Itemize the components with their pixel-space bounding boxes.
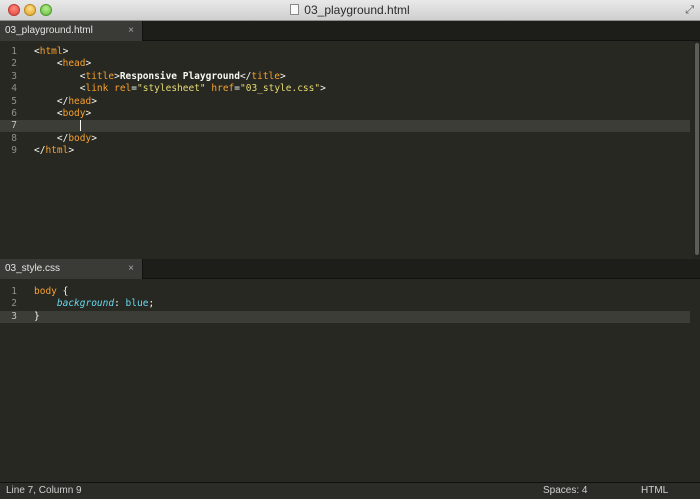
token-punct: > [91, 95, 97, 107]
line-number: 1 [11, 46, 17, 57]
syntax-mode[interactable]: HTML [641, 483, 668, 499]
token-punct: </ [34, 145, 46, 157]
window-title: 03_playground.html [304, 3, 410, 17]
line-number: 8 [11, 132, 17, 144]
token-punct: ; [148, 298, 155, 310]
window-title-container: 03_playground.html [0, 3, 700, 17]
code-line[interactable]: 1 body { [0, 286, 690, 298]
token-punct: < [34, 70, 86, 82]
editor-pane-css[interactable]: 1 body {2 background: blue; 3} [0, 280, 700, 482]
token-attr: rel [114, 83, 132, 95]
code-line[interactable]: 9 </html> [0, 145, 690, 157]
token-punct: </ [239, 70, 252, 82]
vertical-scrollbar[interactable] [694, 41, 700, 258]
title-bar: 03_playground.html ⤢ [0, 0, 700, 21]
line-number: 9 [11, 145, 17, 157]
close-icon[interactable]: × [128, 21, 134, 41]
status-bar: Line 7, Column 9 Spaces: 4 HTML [0, 482, 700, 499]
code-line[interactable]: 4 <link rel="stylesheet" href="03_style.… [0, 83, 690, 95]
code-line[interactable]: 3} [0, 310, 690, 323]
code-line[interactable]: 3 <title>Responsive Playground</title> [0, 71, 690, 83]
token-text: Responsive Playground [119, 70, 240, 82]
indentation-setting[interactable]: Spaces: 4 [543, 483, 587, 499]
token-punct: { [56, 286, 69, 297]
token-punct: > [85, 108, 92, 119]
code-text[interactable]: <body> [34, 108, 91, 120]
code-line[interactable]: 5 </head> [0, 96, 690, 108]
token-punct [34, 298, 57, 309]
close-icon[interactable]: × [128, 259, 134, 279]
token-punct: } [34, 310, 40, 322]
line-number: 5 [11, 95, 17, 107]
code-text[interactable]: <title>Responsive Playground</title> [34, 71, 286, 83]
token-tag: html [45, 145, 69, 157]
code-text[interactable]: </body> [34, 133, 97, 145]
code-line[interactable]: 6 <body> [0, 108, 690, 120]
token-str: "stylesheet" [137, 83, 206, 95]
token-punct [34, 122, 80, 133]
editor-pane-html[interactable]: 1 <html> 2 <head> 3 <title>Responsive Playg… [0, 41, 700, 258]
token-punct: > [85, 58, 92, 70]
token-punct: > [320, 83, 326, 95]
scrollbar-thumb[interactable] [695, 43, 699, 255]
line-number: 3 [11, 310, 17, 322]
token-punct: </ [34, 132, 69, 144]
cursor-position: Line 7, Column 9 [6, 485, 82, 496]
tab-bar-bottom: 03_style.css × [0, 259, 700, 279]
code-text[interactable]: body { [34, 286, 68, 298]
tab-bar-top: 03_playground.html × [0, 21, 700, 41]
code-text[interactable]: </head> [34, 96, 97, 108]
code-text[interactable]: <html> [34, 46, 68, 58]
token-tag: link [85, 83, 109, 95]
code-text[interactable]: </html> [34, 145, 74, 157]
token-tag: head [62, 58, 86, 70]
line-number: 6 [11, 108, 17, 119]
document-icon [290, 4, 300, 15]
token-attr: href [211, 83, 235, 95]
code-line[interactable]: 2 background: blue; [0, 298, 690, 310]
text-cursor [79, 120, 81, 132]
token-tag: body [68, 132, 92, 144]
fullscreen-icon[interactable]: ⤢ [685, 4, 694, 17]
token-punct: > [280, 70, 286, 82]
token-punct: < [34, 58, 63, 70]
token-val: blue [125, 298, 149, 310]
code-line[interactable]: 8 </body> [0, 133, 690, 145]
line-number: 7 [11, 120, 17, 132]
line-number: 2 [11, 298, 17, 310]
token-punct: > [91, 132, 97, 144]
line-number: 4 [11, 83, 17, 95]
token-tag: html [39, 46, 63, 57]
line-number: 2 [11, 58, 17, 70]
code-text[interactable]: } [34, 311, 40, 323]
token-punct: < [34, 108, 63, 119]
token-punct: : [114, 298, 126, 310]
token-tag: title [251, 70, 280, 82]
token-punct: > [62, 46, 69, 57]
tab-label: 03_playground.html [5, 25, 93, 36]
line-number: 1 [11, 286, 17, 297]
token-tag: head [68, 95, 92, 107]
line-number: 3 [11, 70, 17, 82]
token-prop: background [56, 298, 115, 310]
code-text[interactable]: background: blue; [34, 298, 154, 310]
code-line[interactable]: 2 <head> [0, 58, 690, 70]
token-str: "03_style.css" [240, 83, 321, 95]
tab-label: 03_style.css [5, 263, 61, 274]
token-punct: </ [34, 95, 69, 107]
tab-style-css[interactable]: 03_style.css × [0, 259, 143, 279]
code-line[interactable]: 7 [0, 120, 690, 133]
token-punct: > [68, 145, 75, 157]
code-line[interactable]: 1 <html> [0, 46, 690, 58]
token-tag: title [85, 70, 115, 82]
token-punct: < [34, 83, 86, 95]
token-tag: body [62, 108, 86, 119]
code-text[interactable]: <link rel="stylesheet" href="03_style.cs… [34, 83, 326, 95]
code-text[interactable]: <head> [34, 58, 91, 70]
tab-playground-html[interactable]: 03_playground.html × [0, 21, 143, 41]
token-sel: body [34, 286, 57, 297]
